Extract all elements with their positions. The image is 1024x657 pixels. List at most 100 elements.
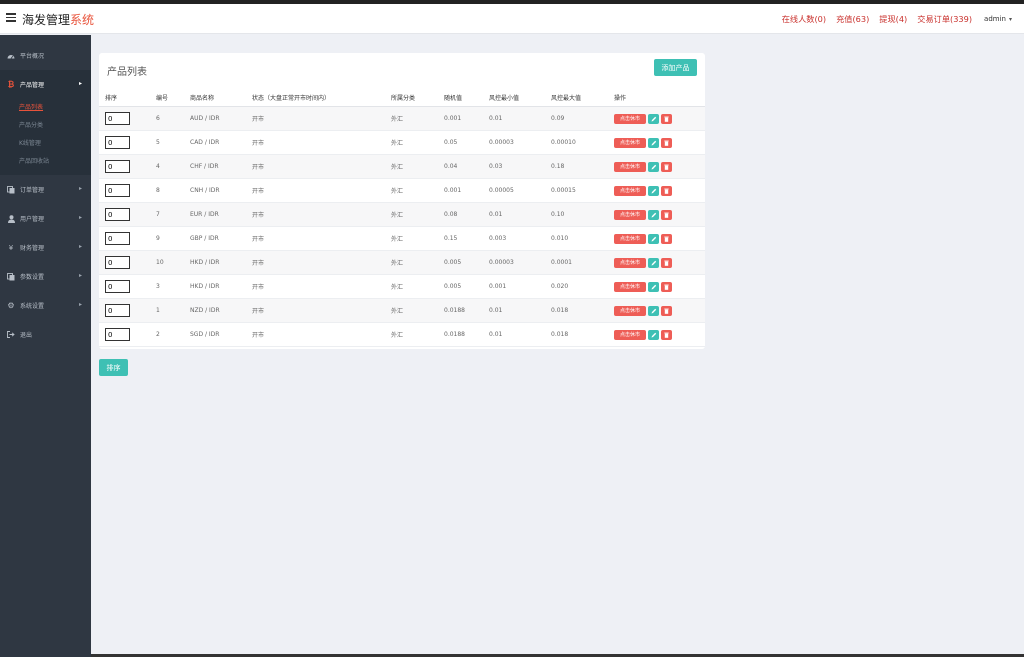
close-market-button[interactable]: 点击休市 xyxy=(614,257,646,268)
col-name: 商品名称 xyxy=(190,95,215,102)
close-market-button[interactable]: 点击休市 xyxy=(614,113,646,124)
sidebar-item-params[interactable]: 参数设置 ▸ xyxy=(0,262,91,291)
edit-button[interactable] xyxy=(648,113,659,124)
delete-button[interactable] xyxy=(661,137,672,148)
sort-input[interactable] xyxy=(105,160,130,173)
edit-button[interactable] xyxy=(648,137,659,148)
actions-cell: 点击休市 xyxy=(614,179,674,202)
name-cell: CNH / IDR xyxy=(190,187,220,194)
name-cell: HKD / IDR xyxy=(190,259,220,266)
sidebar-subitem-product-list[interactable]: 产品列表 xyxy=(0,99,91,117)
delete-button[interactable] xyxy=(661,281,672,292)
close-market-button[interactable]: 点击休市 xyxy=(614,281,646,292)
sidebar-item-orders[interactable]: 订单管理 ▸ xyxy=(0,175,91,204)
delete-button[interactable] xyxy=(661,161,672,172)
actions-cell: 点击休市 xyxy=(614,203,674,226)
sidebar-item-dashboard[interactable]: 平台概况 xyxy=(0,41,91,70)
trash-icon xyxy=(664,284,669,290)
edit-button[interactable] xyxy=(648,329,659,340)
name-cell: SGD / IDR xyxy=(190,331,220,338)
close-market-button[interactable]: 点击休市 xyxy=(614,209,646,220)
online-users-link[interactable]: 在线人数(0) xyxy=(782,13,826,25)
category-cell: 外汇 xyxy=(391,212,404,219)
sort-input[interactable] xyxy=(105,136,130,149)
sort-input[interactable] xyxy=(105,112,130,125)
edit-button[interactable] xyxy=(648,185,659,196)
close-market-button[interactable]: 点击休市 xyxy=(614,305,646,316)
edit-button[interactable] xyxy=(648,209,659,220)
product-table: 排序 编号 商品名称 状态（大盘正常开市时间内） 所属分类 随机值 风控最小值 … xyxy=(99,89,705,347)
sidebar-item-logout[interactable]: 退出 xyxy=(0,320,91,349)
id-cell: 2 xyxy=(156,331,160,338)
pencil-icon xyxy=(651,212,656,217)
close-market-button[interactable]: 点击休市 xyxy=(614,233,646,244)
delete-button[interactable] xyxy=(661,257,672,268)
col-status: 状态（大盘正常开市时间内） xyxy=(252,95,331,102)
edit-button[interactable] xyxy=(648,257,659,268)
brand-main: 海发管理 xyxy=(22,13,71,27)
category-cell: 外汇 xyxy=(391,308,404,315)
sort-input[interactable] xyxy=(105,280,130,293)
close-market-button[interactable]: 点击休市 xyxy=(614,329,646,340)
withdraw-link[interactable]: 提现(4) xyxy=(879,13,907,25)
sidebar-item-products[interactable]: ₿ 产品管理 ▸ xyxy=(0,70,91,99)
sort-input[interactable] xyxy=(105,328,130,341)
sidebar-item-users[interactable]: 用户管理 ▸ xyxy=(0,204,91,233)
trash-icon xyxy=(664,332,669,338)
min-cell: 0.001 xyxy=(489,283,507,290)
id-cell: 9 xyxy=(156,235,160,242)
random-cell: 0.15 xyxy=(444,235,458,242)
sidebar-subitem-kline[interactable]: K线管理 xyxy=(0,135,91,153)
edit-button[interactable] xyxy=(648,281,659,292)
trash-icon xyxy=(664,140,669,146)
user-menu[interactable]: admin ▾ xyxy=(984,15,1012,23)
pencil-icon xyxy=(651,140,656,145)
random-cell: 0.001 xyxy=(444,187,462,194)
table-header: 排序 编号 商品名称 状态（大盘正常开市时间内） 所属分类 随机值 风控最小值 … xyxy=(99,89,705,107)
delete-button[interactable] xyxy=(661,305,672,316)
min-cell: 0.003 xyxy=(489,235,507,242)
sort-input[interactable] xyxy=(105,304,130,317)
sidebar-item-system[interactable]: ⚙ 系统设置 ▸ xyxy=(0,291,91,320)
sort-button[interactable]: 排序 xyxy=(99,359,128,376)
trade-orders-link[interactable]: 交易订单(339) xyxy=(917,13,972,25)
hamburger-menu-icon[interactable] xyxy=(6,13,16,22)
category-cell: 外汇 xyxy=(391,140,404,147)
table-row: 8 CNH / IDR 开市 外汇 0.001 0.00005 0.00015 点击休市 xyxy=(99,179,705,203)
edit-button[interactable] xyxy=(648,305,659,316)
add-product-button[interactable]: 添加产品 xyxy=(654,59,697,76)
sidebar-subitem-recycle-bin[interactable]: 产品回收站 xyxy=(0,153,91,171)
pencil-icon xyxy=(651,284,656,289)
delete-button[interactable] xyxy=(661,185,672,196)
delete-button[interactable] xyxy=(661,113,672,124)
delete-button[interactable] xyxy=(661,233,672,244)
table-row: 10 HKD / IDR 开市 外汇 0.005 0.00003 0.0001 点击休市 xyxy=(99,251,705,275)
sort-cell xyxy=(105,179,130,202)
delete-button[interactable] xyxy=(661,209,672,220)
actions-cell: 点击休市 xyxy=(614,131,674,154)
random-cell: 0.005 xyxy=(444,283,462,290)
chevron-right-icon: ▸ xyxy=(78,301,82,308)
edit-button[interactable] xyxy=(648,233,659,244)
top-header: 海发管理系统 在线人数(0) 充值(63) 提现(4) 交易订单(339) ad… xyxy=(0,4,1024,34)
sort-input[interactable] xyxy=(105,232,130,245)
close-market-button[interactable]: 点击休市 xyxy=(614,185,646,196)
table-row: 1 NZD / IDR 开市 外汇 0.0188 0.01 0.018 点击休市 xyxy=(99,299,705,323)
sort-input[interactable] xyxy=(105,208,130,221)
sort-cell xyxy=(105,203,130,226)
min-cell: 0.00005 xyxy=(489,187,514,194)
close-market-button[interactable]: 点击休市 xyxy=(614,161,646,172)
edit-button[interactable] xyxy=(648,161,659,172)
max-cell: 0.018 xyxy=(551,307,569,314)
recharge-link[interactable]: 充值(63) xyxy=(836,13,869,25)
category-cell: 外汇 xyxy=(391,284,404,291)
delete-button[interactable] xyxy=(661,329,672,340)
sidebar-subitem-product-category[interactable]: 产品分类 xyxy=(0,117,91,135)
col-id: 编号 xyxy=(156,95,169,102)
sidebar-item-finance[interactable]: ¥ 财务管理 ▸ xyxy=(0,233,91,262)
close-market-button[interactable]: 点击休市 xyxy=(614,137,646,148)
sort-input[interactable] xyxy=(105,184,130,197)
actions-cell: 点击休市 xyxy=(614,275,674,298)
sort-input[interactable] xyxy=(105,256,130,269)
min-cell: 0.03 xyxy=(489,163,503,170)
